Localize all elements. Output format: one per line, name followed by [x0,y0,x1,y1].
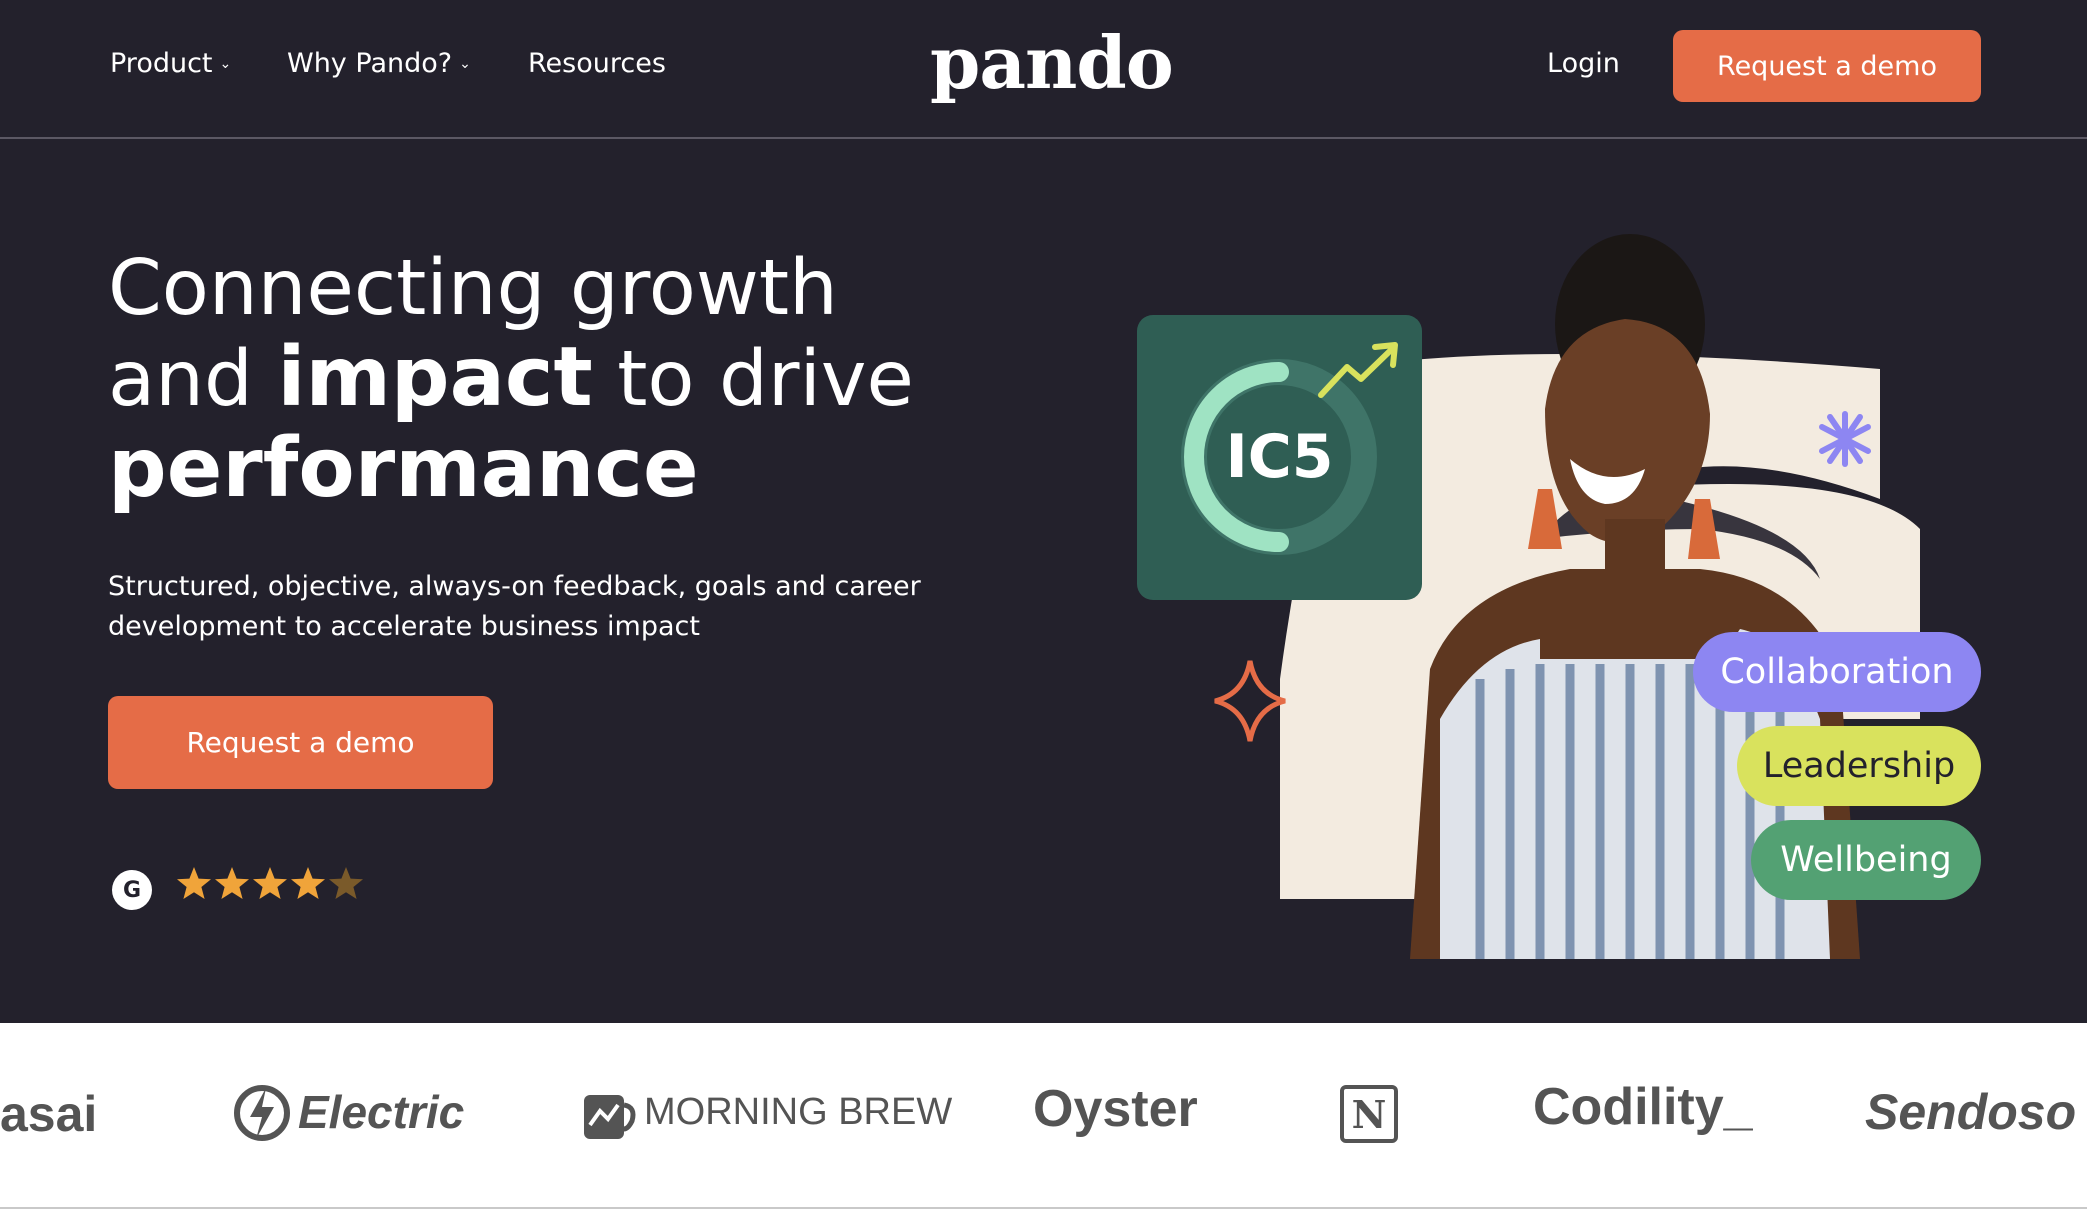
nav-product-label: Product [110,48,213,79]
tag-wellbeing: Wellbeing [1751,820,1981,900]
electric-label: Electric [298,1086,465,1138]
hero-subtitle: Structured, objective, always-on feedbac… [108,571,921,642]
pando-logo[interactable]: pando [930,18,1174,108]
nav-why-label: Why Pando? [287,48,453,79]
hero-section: Connecting growth and impact to drive pe… [0,139,2087,1023]
star-icon [291,867,325,899]
g2-icon[interactable]: G [112,870,152,910]
ic5-card: IC5 [1137,315,1422,600]
tag-leadership: Leadership [1737,726,1981,806]
headline-and: and [108,335,278,424]
mug-icon [584,1095,636,1139]
logo-oyster: Oyster [1033,1080,1198,1138]
hero-headline: Connecting growth and impact to drive pe… [108,244,914,515]
logo-sendoso: Sendoso [1865,1084,2077,1140]
login-link[interactable]: Login [1547,48,1620,79]
headline-performance: performance [108,421,699,516]
ic5-label: IC5 [1225,422,1334,492]
nav-why-pando[interactable]: Why Pando? ⌄ [287,48,471,79]
logo-codility: Codility_ [1533,1078,1753,1136]
nav-product[interactable]: Product ⌄ [110,48,231,79]
request-demo-button-nav[interactable]: Request a demo [1673,30,1981,102]
right-edge [2087,0,2099,1214]
top-nav: Product ⌄ Why Pando? ⌄ Resources pando Log… [0,0,2087,139]
star-icon [177,867,211,899]
hero-illustration: IC5 Collaboration Leadership Wellbeing [1100,199,2000,999]
rating-stars [177,867,363,899]
star-icon [253,867,287,899]
logo-asai: asai [0,1086,98,1142]
bolt-icon [234,1085,290,1141]
headline-drive: to drive [592,335,914,424]
chevron-down-icon: ⌄ [219,56,232,72]
headline-line-1: Connecting growth [108,244,838,333]
chevron-down-icon: ⌄ [459,56,471,72]
star-half-icon [329,867,363,899]
customer-logo-strip: asai Electric MORNING BREW Oyster N Codi… [0,1023,2087,1209]
morning-brew-label: MORNING BREW [644,1091,953,1133]
tag-collaboration: Collaboration [1693,632,1981,712]
star-icon [215,867,249,899]
headline-impact: impact [277,330,593,425]
page: Product ⌄ Why Pando? ⌄ Resources pando Log… [0,0,2099,1214]
logo-notion: N [1340,1085,1398,1143]
nav-resources[interactable]: Resources [528,48,666,79]
request-demo-button-hero[interactable]: Request a demo [108,696,493,789]
